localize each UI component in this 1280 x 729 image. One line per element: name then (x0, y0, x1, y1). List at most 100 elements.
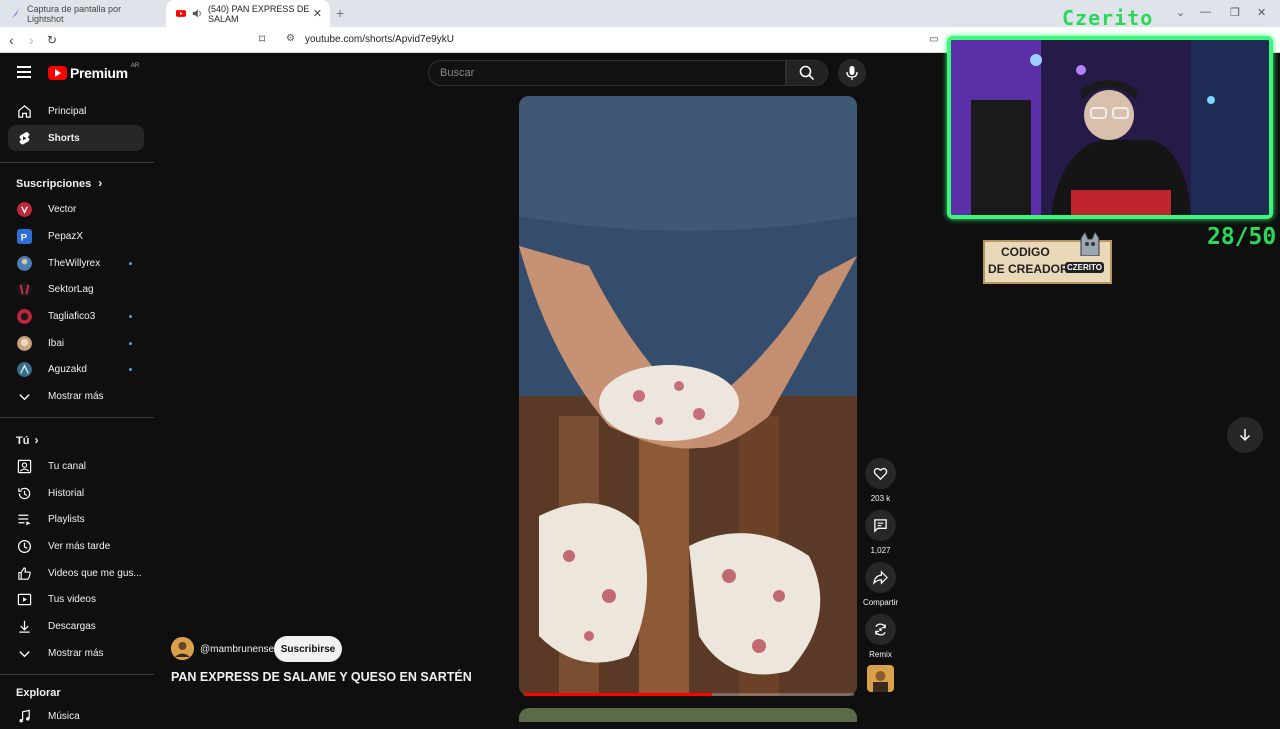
sound-avatar-icon (873, 671, 888, 692)
sidebar-item-thewillyrex[interactable]: TheWillyrex (8, 250, 144, 276)
short-title[interactable]: PAN EXPRESS DE SALAME Y QUESO EN SARTÉN (171, 670, 472, 684)
music-icon (19, 709, 30, 722)
sidebar-item-tagliafico3[interactable]: Tagliafico3 (8, 303, 144, 329)
you-title: Tú (16, 435, 30, 447)
sidebar-item-tu-canal[interactable]: Tu canal (8, 453, 144, 479)
sidebar-item-pepazx[interactable]: P PepazX (8, 223, 144, 249)
sound-thumbnail[interactable] (867, 665, 894, 692)
sidebar-item-sektorlag[interactable]: SektorLag (8, 276, 144, 302)
new-content-dot (129, 261, 132, 265)
country-code: AR (130, 63, 140, 69)
creator-code-line1: CODIGO (1001, 245, 1050, 259)
sidebar-item-vector[interactable]: Vector (8, 196, 144, 222)
sidebar-item-ver-mas-tarde[interactable]: Ver más tarde (8, 533, 144, 559)
sidebar-item-label: Ver más tarde (48, 540, 111, 552)
sidebar-show-more-subs[interactable]: Mostrar más (8, 383, 144, 409)
chevron-right-icon: › (34, 433, 39, 447)
sidebar-divider (0, 674, 154, 675)
like-icon (18, 566, 31, 580)
close-tab-icon[interactable]: ✕ (313, 7, 322, 20)
minimize-icon[interactable]: — (1200, 6, 1211, 18)
next-short-button[interactable] (1227, 417, 1263, 453)
sektorlag-avatar (17, 281, 32, 297)
sidebar-item-playlists[interactable]: Playlists (8, 506, 144, 532)
creator-code-line2: DE CREADOR (988, 262, 1069, 276)
sidebar-item-label: Descargas (48, 620, 96, 632)
browser-tab-youtube[interactable]: (540) PAN EXPRESS DE SALAM ✕ (166, 0, 330, 27)
shorts-icon (19, 131, 30, 144)
speaker-icon[interactable] (192, 8, 202, 19)
url-field[interactable]: youtube.com/shorts/Apvid7e9ykU (305, 34, 454, 45)
sidebar-show-more-you[interactable]: Mostrar más (8, 640, 144, 666)
vector-avatar (17, 201, 32, 217)
forward-icon[interactable]: › (29, 32, 34, 48)
like-button[interactable]: 203 k (865, 458, 896, 503)
tab-search-icon[interactable]: ⌄ (1176, 6, 1185, 19)
playlists-icon (18, 514, 31, 525)
new-content-dot (129, 367, 132, 371)
channel-name[interactable]: @mambrunense (200, 644, 274, 655)
history-icon (18, 487, 31, 499)
sidebar-item-liked-videos[interactable]: Videos que me gus... (8, 560, 144, 586)
search-input[interactable]: Buscar (428, 60, 786, 86)
cast-icon[interactable]: ▭ (929, 34, 938, 45)
bookmark-icon[interactable]: ⌑ (259, 32, 265, 46)
search-icon (799, 65, 815, 81)
sidebar-item-historial[interactable]: Historial (8, 480, 144, 506)
sidebar-item-tus-videos[interactable]: Tus videos (8, 586, 144, 612)
site-info-icon[interactable]: ⚙ (286, 33, 295, 44)
sidebar-item-principal[interactable]: Principal (8, 98, 144, 124)
sidebar-item-label: Ibai (48, 337, 65, 349)
sidebar-item-label: Tagliafico3 (48, 310, 96, 322)
download-icon (19, 620, 30, 633)
youtube-logo[interactable]: Premium AR (48, 63, 140, 81)
voice-search-button[interactable] (838, 59, 866, 87)
sidebar-item-label: SektorLag (48, 283, 94, 295)
sidebar-item-label: PepazX (48, 230, 84, 242)
tagliafico3-avatar (17, 308, 32, 324)
browser-tab-lightshot[interactable]: Captura de pantalla por Lightshot (0, 0, 160, 27)
you-header[interactable]: Tú › (16, 433, 39, 447)
subscriptions-header[interactable]: Suscripciones › (16, 176, 102, 190)
watch-later-icon (17, 539, 32, 553)
chevron-down-icon (19, 650, 30, 657)
back-icon[interactable]: ‹ (9, 32, 14, 48)
comment-button[interactable]: 1,027 (865, 510, 896, 555)
sidebar-item-label: Mostrar más (48, 390, 104, 402)
new-tab-icon[interactable]: + (336, 5, 344, 21)
like-count: 203 k (870, 494, 891, 503)
menu-icon[interactable] (17, 66, 31, 81)
share-button[interactable]: Compartir (863, 562, 898, 607)
sidebar-item-ibai[interactable]: Ibai (8, 330, 144, 356)
ibai-avatar (17, 335, 32, 351)
streamer-name: Czerito (1062, 6, 1154, 30)
sidebar-item-label: Aguzakd (48, 363, 87, 375)
search-button[interactable] (786, 60, 828, 86)
channel-avatar[interactable] (171, 637, 194, 660)
mascot-icon (1080, 230, 1100, 256)
reload-icon[interactable]: ↻ (47, 33, 57, 47)
short-video-player[interactable] (519, 96, 857, 696)
maximize-icon[interactable]: ❐ (1230, 6, 1240, 19)
sidebar-item-label: Vector (48, 203, 77, 215)
channel-icon (17, 459, 32, 473)
video-progress-bar[interactable] (524, 693, 854, 696)
aguzakd-avatar (17, 361, 32, 377)
goal-counter: 28/50 (1207, 224, 1277, 250)
sidebar-item-musica[interactable]: Música (8, 703, 144, 729)
share-icon (873, 570, 888, 585)
sidebar-item-shorts[interactable]: Shorts (8, 125, 144, 151)
sidebar-item-descargas[interactable]: Descargas (8, 613, 144, 639)
close-window-icon[interactable]: ✕ (1257, 6, 1266, 19)
sidebar-item-label: Shorts (48, 132, 80, 144)
subscribe-button[interactable]: Suscribirse (274, 636, 342, 662)
comment-icon (874, 519, 887, 533)
sidebar-item-aguzakd[interactable]: Aguzakd (8, 356, 144, 382)
remix-label: Remix (869, 650, 892, 659)
sidebar-item-label: Mostrar más (48, 647, 104, 659)
creator-code-badge: CODIGO DE CREADOR CZERITO (983, 230, 1112, 284)
remix-button[interactable]: Remix (865, 614, 896, 659)
your-videos-icon (17, 593, 32, 605)
explore-header: Explorar (16, 687, 61, 699)
svg-text:P: P (21, 232, 27, 242)
